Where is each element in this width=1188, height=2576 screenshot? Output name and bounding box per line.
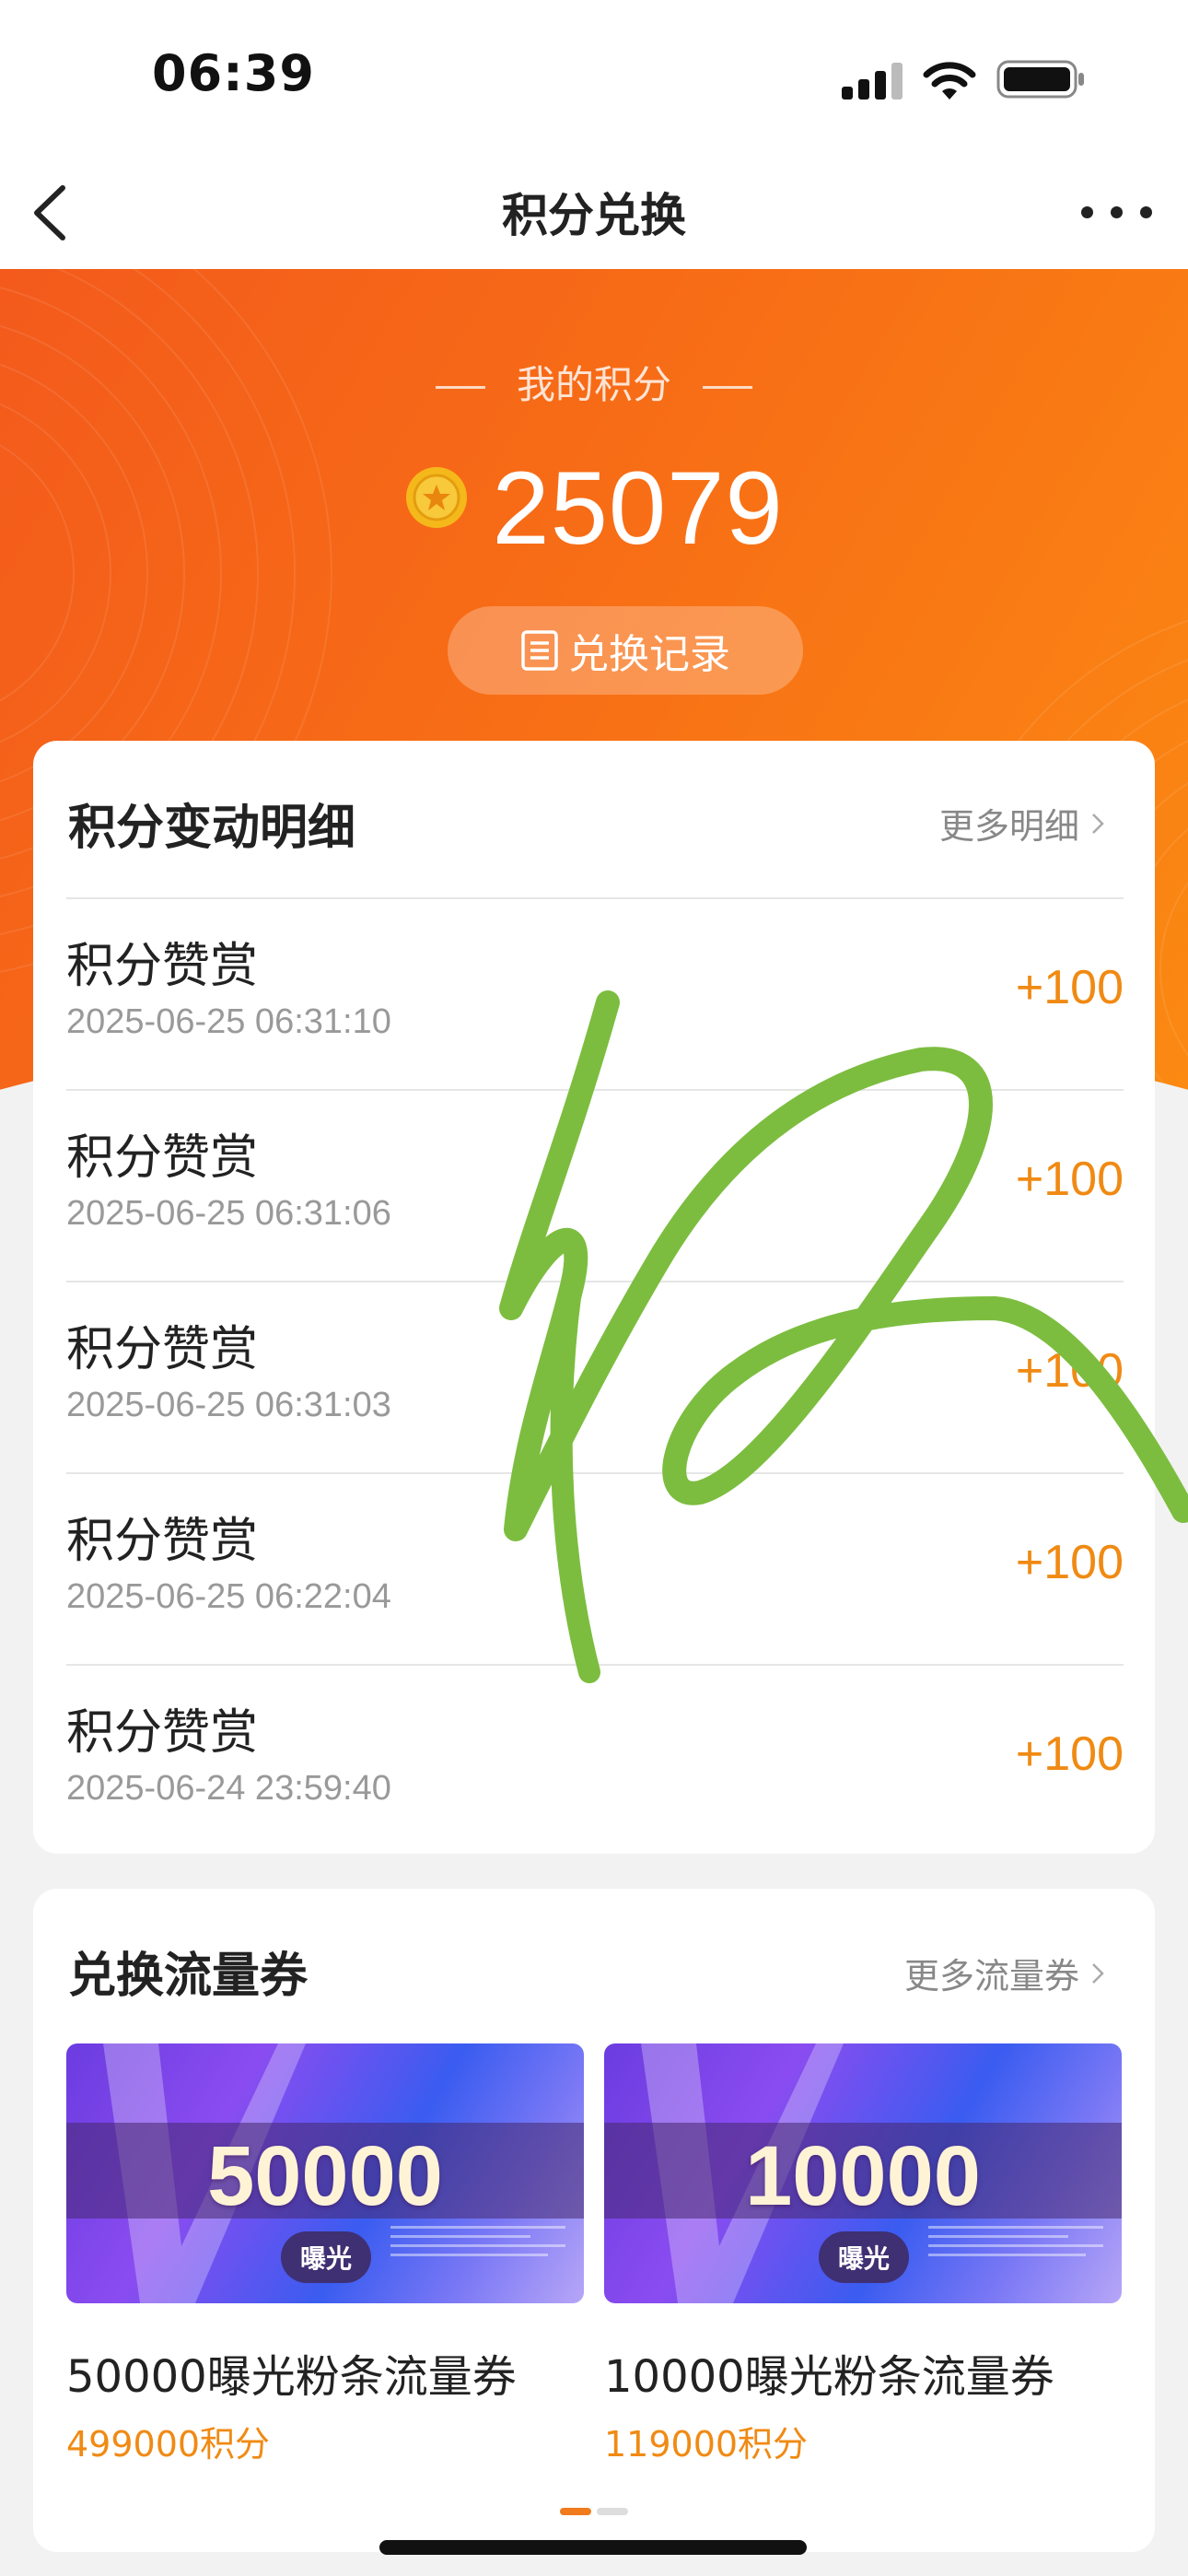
transaction-title: 积分赞赏 [66, 1130, 259, 1186]
chevron-right-icon [1092, 1962, 1104, 1984]
more-options-button[interactable] [1079, 184, 1153, 240]
coupon-item[interactable]: 50000 曝光 50000曝光粉条流量券 499000积分 [66, 2043, 584, 2466]
traffic-coupons-card: 兑换流量券 更多流量券 50000 曝光 50000曝光粉条流量券 499000… [33, 1889, 1155, 2552]
coupon-fine-print [928, 2226, 1103, 2263]
coupon-amount: 50000 [207, 2129, 443, 2223]
transaction-row: 积分赞赏 2025-06-25 06:31:10 +100 [66, 899, 1124, 1089]
pager-dot-active [560, 2508, 591, 2515]
coupon-name: 10000曝光粉条流量券 [604, 2351, 1054, 2403]
coupon-image: 10000 曝光 [604, 2043, 1122, 2303]
transaction-row: 积分赞赏 2025-06-24 23:59:40 +100 [66, 1666, 1124, 1856]
transaction-amount: +100 [1015, 1727, 1124, 1781]
coupon-fine-print [390, 2226, 565, 2263]
battery-icon [996, 60, 1084, 99]
coin-icon [406, 466, 468, 528]
chevron-right-icon [1092, 813, 1104, 834]
coupon-price: 499000积分 [66, 2424, 271, 2465]
status-time: 06:39 [152, 44, 315, 102]
my-points-label: 我的积分 [0, 354, 1188, 410]
coupon-image: 50000 曝光 [66, 2043, 584, 2303]
transaction-amount: +100 [1015, 1153, 1124, 1206]
status-bar: 06:39 [0, 0, 1188, 157]
pager-dot [597, 2508, 628, 2515]
transaction-amount: +100 [1015, 1344, 1124, 1398]
coupon-badge: 曝光 [819, 2231, 909, 2283]
transaction-title: 积分赞赏 [66, 1322, 259, 1377]
coupon-price: 119000积分 [604, 2424, 809, 2465]
coupon-badge: 曝光 [281, 2231, 371, 2283]
traffic-coupons-title: 兑换流量券 [68, 1949, 309, 2004]
transaction-row: 积分赞赏 2025-06-25 06:22:04 +100 [66, 1474, 1124, 1664]
coupon-item[interactable]: 10000 曝光 10000曝光粉条流量券 119000积分 [604, 2043, 1122, 2466]
transaction-title: 积分赞赏 [66, 939, 259, 994]
transaction-amount: +100 [1015, 961, 1124, 1014]
exchange-records-button[interactable]: 兑换记录 [448, 606, 803, 695]
points-balance: 25079 [0, 449, 1188, 568]
transaction-title: 积分赞赏 [66, 1705, 259, 1761]
home-indicator [379, 2540, 807, 2555]
nav-bar: 积分兑换 [0, 157, 1188, 269]
transaction-time: 2025-06-25 06:22:04 [66, 1577, 391, 1616]
more-details-link[interactable]: 更多明细 [939, 798, 1107, 849]
coupon-name: 50000曝光粉条流量券 [66, 2351, 517, 2403]
points-detail-title: 积分变动明细 [68, 801, 356, 856]
cellular-signal-icon [842, 63, 903, 100]
list-icon [521, 630, 558, 671]
coupon-amount: 10000 [745, 2129, 981, 2223]
transaction-row: 积分赞赏 2025-06-25 06:31:03 +100 [66, 1282, 1124, 1472]
transaction-time: 2025-06-25 06:31:10 [66, 1002, 391, 1041]
page-title: 积分兑换 [502, 189, 686, 242]
wifi-icon [923, 62, 976, 100]
carousel-pager [560, 2508, 634, 2515]
more-coupons-link[interactable]: 更多流量券 [904, 1948, 1107, 1998]
transaction-title: 积分赞赏 [66, 1514, 259, 1569]
points-value: 25079 [492, 451, 784, 566]
transaction-amount: +100 [1015, 1536, 1124, 1589]
transaction-time: 2025-06-25 06:31:06 [66, 1194, 391, 1233]
exchange-records-label: 兑换记录 [568, 631, 730, 678]
points-detail-card: 积分变动明细 更多明细 积分赞赏 2025-06-25 06:31:10 +10… [33, 741, 1155, 1854]
transaction-row: 积分赞赏 2025-06-25 06:31:06 +100 [66, 1091, 1124, 1281]
transaction-time: 2025-06-24 23:59:40 [66, 1769, 391, 1808]
transaction-time: 2025-06-25 06:31:03 [66, 1386, 391, 1424]
